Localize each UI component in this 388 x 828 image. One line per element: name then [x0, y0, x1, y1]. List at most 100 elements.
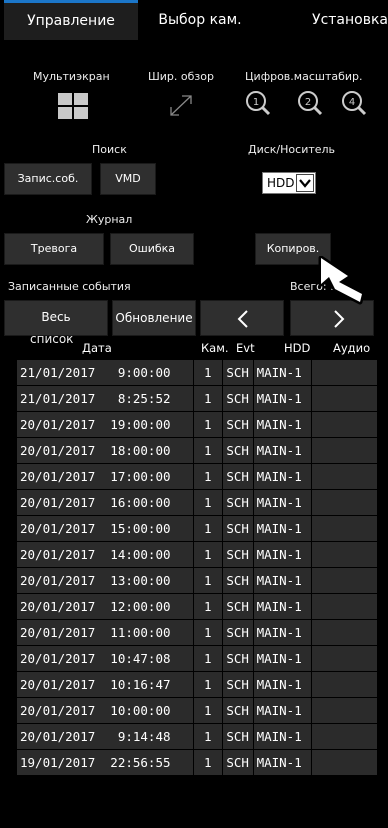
cell-hdd: MAIN-1	[252, 671, 313, 698]
disk-select[interactable]: HDD	[262, 172, 316, 194]
all-list-button[interactable]: Весь	[4, 300, 108, 336]
cell-hdd: MAIN-1	[252, 697, 313, 724]
cell-audio	[311, 749, 378, 776]
expand-icon[interactable]	[166, 93, 196, 119]
cell-audio	[311, 541, 378, 568]
recorded-events-search-button[interactable]: Запис.соб.	[4, 163, 92, 195]
cell-event: SCH	[221, 359, 254, 386]
zoom-x2-icon[interactable]: 2	[297, 90, 323, 116]
cell-event: SCH	[221, 593, 254, 620]
cell-audio	[311, 723, 378, 750]
zoom-x4-icon[interactable]: 4	[341, 90, 367, 116]
tab-camera-select[interactable]: Выбор кам.	[140, 0, 260, 40]
cell-hdd: MAIN-1	[252, 645, 313, 672]
journal-label: Журнал	[86, 213, 133, 226]
cell-hdd: MAIN-1	[252, 749, 313, 776]
cell-datetime: 20/01/2017 10:47:08	[16, 645, 194, 672]
cell-datetime: 20/01/2017 9:14:48	[16, 723, 194, 750]
cell-audio	[311, 697, 378, 724]
column-header-camera: Кам.	[201, 341, 229, 355]
cell-camera: 1	[192, 723, 223, 750]
chevron-down-icon	[296, 174, 314, 192]
cell-camera: 1	[192, 567, 223, 594]
table-row[interactable]: 20/01/2017 14:00:00 1 SCH MAIN-1	[16, 541, 378, 568]
cell-event: SCH	[221, 385, 254, 412]
cell-camera: 1	[192, 697, 223, 724]
cell-audio	[311, 619, 378, 646]
cell-audio	[311, 489, 378, 516]
svg-text:4: 4	[349, 97, 355, 108]
cell-camera: 1	[192, 671, 223, 698]
cell-event: SCH	[221, 749, 254, 776]
cell-datetime: 20/01/2017 13:00:00	[16, 567, 194, 594]
cell-audio	[311, 593, 378, 620]
cell-hdd: MAIN-1	[252, 489, 313, 516]
event-table: 21/01/2017 9:00:00 1 SCH MAIN-1 21/01/2017 8…	[16, 359, 378, 776]
table-row[interactable]: 21/01/2017 9:00:00 1 SCH MAIN-1	[16, 359, 378, 386]
chevron-right-icon	[333, 310, 345, 331]
table-row[interactable]: 20/01/2017 17:00:00 1 SCH MAIN-1	[16, 463, 378, 490]
zoom-x1-icon[interactable]: 1	[245, 90, 271, 116]
table-row[interactable]: 20/01/2017 19:00:00 1 SCH MAIN-1	[16, 411, 378, 438]
cell-hdd: MAIN-1	[252, 437, 313, 464]
error-log-button[interactable]: Ошибка	[110, 233, 194, 265]
cell-datetime: 20/01/2017 12:00:00	[16, 593, 194, 620]
cell-event: SCH	[221, 723, 254, 750]
cell-camera: 1	[192, 541, 223, 568]
cell-hdd: MAIN-1	[252, 541, 313, 568]
table-row[interactable]: 20/01/2017 15:00:00 1 SCH MAIN-1	[16, 515, 378, 542]
search-label: Поиск	[92, 143, 127, 156]
cell-datetime: 21/01/2017 8:25:52	[16, 385, 194, 412]
table-row[interactable]: 20/01/2017 11:00:00 1 SCH MAIN-1	[16, 619, 378, 646]
cell-event: SCH	[221, 697, 254, 724]
cell-event: SCH	[221, 437, 254, 464]
cell-event: SCH	[221, 567, 254, 594]
recorded-events-label: Записанные события	[8, 280, 131, 293]
cell-datetime: 20/01/2017 10:00:00	[16, 697, 194, 724]
cell-hdd: MAIN-1	[252, 463, 313, 490]
cell-camera: 1	[192, 749, 223, 776]
cell-camera: 1	[192, 645, 223, 672]
table-row[interactable]: 20/01/2017 10:47:08 1 SCH MAIN-1	[16, 645, 378, 672]
column-header-audio: Аудио	[333, 341, 371, 355]
cell-audio	[311, 411, 378, 438]
cell-datetime: 20/01/2017 11:00:00	[16, 619, 194, 646]
list-caption: список	[30, 332, 74, 346]
cell-camera: 1	[192, 385, 223, 412]
refresh-button[interactable]: Обновление	[112, 300, 196, 336]
table-row[interactable]: 20/01/2017 16:00:00 1 SCH MAIN-1	[16, 489, 378, 516]
tab-control[interactable]: Управление	[4, 0, 138, 40]
cell-audio	[311, 567, 378, 594]
vmd-search-button[interactable]: VMD	[100, 163, 156, 195]
column-header-hdd: HDD	[284, 341, 311, 355]
all-list-label: Весь	[41, 310, 71, 324]
tab-settings[interactable]: Установка	[262, 0, 388, 40]
cell-audio	[311, 671, 378, 698]
cell-camera: 1	[192, 619, 223, 646]
cell-audio	[311, 359, 378, 386]
table-row[interactable]: 20/01/2017 12:00:00 1 SCH MAIN-1	[16, 593, 378, 620]
cell-hdd: MAIN-1	[252, 385, 313, 412]
table-row[interactable]: 20/01/2017 9:14:48 1 SCH MAIN-1	[16, 723, 378, 750]
cell-camera: 1	[192, 411, 223, 438]
alarm-log-button[interactable]: Тревога	[4, 233, 104, 265]
table-row[interactable]: 19/01/2017 22:56:55 1 SCH MAIN-1	[16, 749, 378, 776]
cell-event: SCH	[221, 671, 254, 698]
cell-event: SCH	[221, 541, 254, 568]
cell-hdd: MAIN-1	[252, 359, 313, 386]
cell-hdd: MAIN-1	[252, 567, 313, 594]
column-header-date: Дата	[82, 341, 112, 355]
table-row[interactable]: 20/01/2017 13:00:00 1 SCH MAIN-1	[16, 567, 378, 594]
table-row[interactable]: 20/01/2017 10:16:47 1 SCH MAIN-1	[16, 671, 378, 698]
cell-camera: 1	[192, 359, 223, 386]
prev-page-button[interactable]	[200, 300, 284, 336]
cell-audio	[311, 645, 378, 672]
multiscreen-grid-icon[interactable]	[58, 93, 88, 119]
table-row[interactable]: 21/01/2017 8:25:52 1 SCH MAIN-1	[16, 385, 378, 412]
table-row[interactable]: 20/01/2017 18:00:00 1 SCH MAIN-1	[16, 437, 378, 464]
cell-hdd: MAIN-1	[252, 593, 313, 620]
cell-camera: 1	[192, 463, 223, 490]
cell-audio	[311, 437, 378, 464]
table-row[interactable]: 20/01/2017 10:00:00 1 SCH MAIN-1	[16, 697, 378, 724]
cell-datetime: 20/01/2017 16:00:00	[16, 489, 194, 516]
